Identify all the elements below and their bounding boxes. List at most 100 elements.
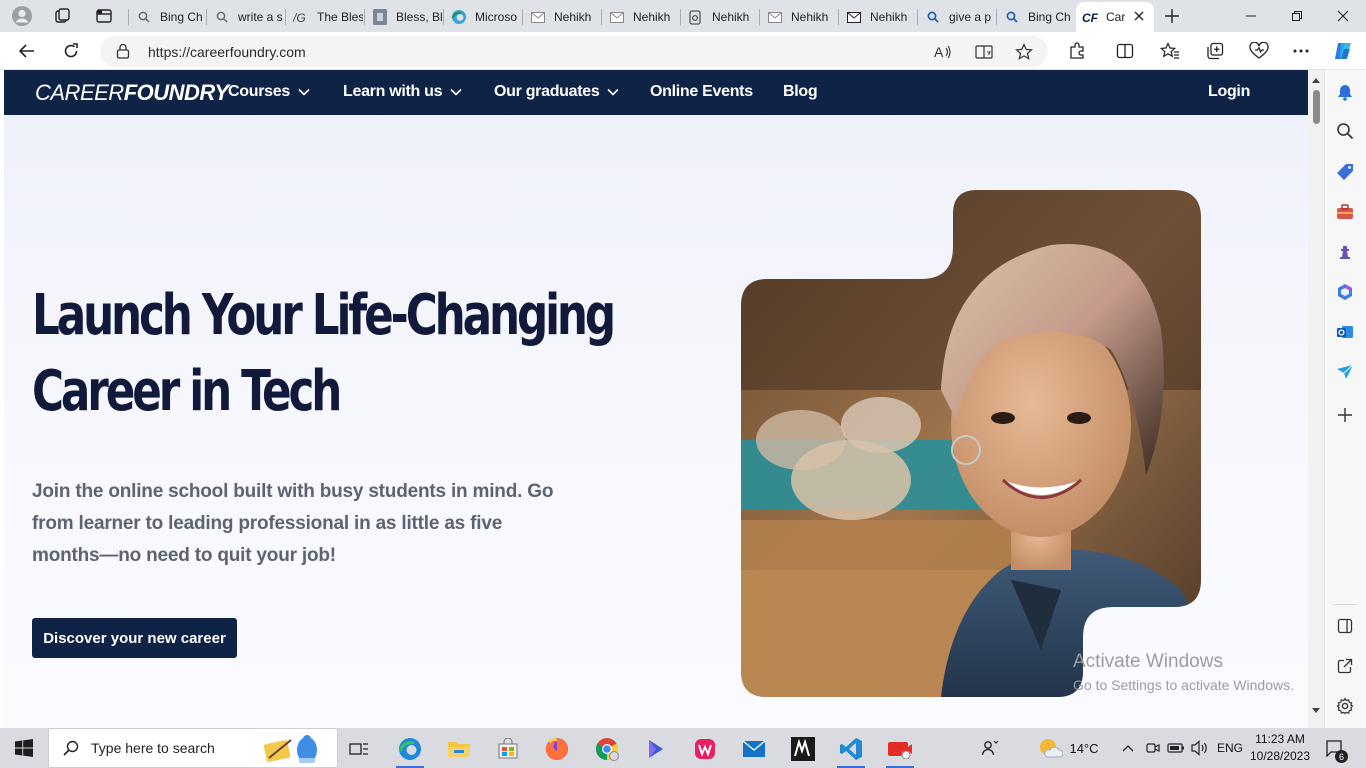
microsoft-365-icon[interactable] [1334, 281, 1356, 303]
browser-tab[interactable]: /G The Bles [287, 4, 363, 30]
nav-our-graduates[interactable]: Our graduates [494, 83, 620, 101]
windows-start-icon[interactable] [0, 728, 48, 768]
edge-icon [451, 9, 467, 25]
vscode-icon[interactable] [831, 732, 871, 768]
search-icon [214, 9, 230, 25]
nav-learn-with-us[interactable]: Learn with us [343, 83, 462, 101]
hide-sidebar-icon[interactable] [1334, 615, 1356, 637]
browser-essentials-icon[interactable] [1244, 37, 1274, 65]
volume-icon[interactable] [1190, 736, 1210, 760]
system-clock[interactable]: 11:23 AM 10/28/2023 [1245, 731, 1315, 765]
scroll-down-arrow-icon[interactable] [1311, 705, 1321, 715]
notifications-bell-icon[interactable] [1334, 81, 1356, 103]
chevron-down-icon [607, 88, 620, 96]
tab-actions-icon[interactable] [90, 3, 118, 29]
mail-icon [767, 9, 783, 25]
settings-more-icon[interactable] [1286, 37, 1316, 65]
browser-tab[interactable]: Nehikh [524, 4, 600, 30]
search-highlight-illustration-icon [257, 732, 327, 764]
favorites-icon[interactable] [1155, 37, 1185, 65]
search-icon[interactable] [1334, 120, 1356, 142]
show-hidden-icons-chevron-up-icon[interactable] [1118, 736, 1138, 760]
hero-subtitle: Join the online school built with busy s… [32, 481, 554, 566]
browser-tab[interactable]: Nehikh [840, 4, 916, 30]
weather-sun-cloud-icon [1037, 737, 1064, 759]
careerfoundry-page: CAREERFOUNDRY Courses Learn with us Our … [4, 70, 1308, 728]
close-window-icon[interactable] [1320, 0, 1366, 32]
nav-blog[interactable]: Blog [783, 83, 818, 101]
workspaces-icon[interactable] [48, 3, 76, 29]
tools-briefcase-icon[interactable] [1334, 201, 1356, 223]
taskbar-edge-icon[interactable] [390, 732, 430, 768]
collections-icon[interactable] [1200, 37, 1230, 65]
new-tab-icon[interactable] [1158, 3, 1186, 29]
meet-now-icon[interactable] [1143, 736, 1163, 760]
careerfoundry-logo[interactable]: CAREERFOUNDRY [35, 80, 229, 106]
split-screen-icon[interactable] [1110, 37, 1140, 65]
open-external-icon[interactable] [1334, 655, 1356, 677]
hero-student-photo [741, 190, 1201, 697]
people-icon[interactable] [978, 736, 1002, 760]
sidebar-settings-gear-icon[interactable] [1334, 695, 1356, 717]
outlook-icon[interactable] [1334, 321, 1356, 343]
mendeley-m-icon[interactable] [783, 732, 823, 766]
power-automate-icon[interactable] [636, 732, 676, 766]
page-scrollbar[interactable] [1308, 70, 1324, 728]
firefox-icon[interactable] [537, 732, 577, 766]
browser-tab[interactable]: write a s [208, 4, 284, 30]
browser-toolbar: https://careerfoundry.com A [0, 32, 1366, 70]
screen-recorder-icon[interactable] [880, 732, 920, 768]
refresh-icon[interactable] [56, 37, 86, 65]
address-bar[interactable]: https://careerfoundry.com A [100, 36, 1048, 67]
send-plane-icon[interactable] [1334, 361, 1356, 383]
svg-text:CF: CF [1082, 11, 1098, 23]
taskbar-search-box[interactable]: Type here to search [48, 728, 338, 768]
browser-tab[interactable]: give a p [919, 4, 995, 30]
copilot-icon[interactable] [1328, 37, 1358, 65]
mail-icon[interactable] [734, 732, 774, 766]
restore-icon[interactable] [1274, 0, 1320, 32]
search-icon [1004, 9, 1020, 25]
nav-online-events[interactable]: Online Events [650, 83, 753, 101]
extensions-icon[interactable] [1062, 37, 1092, 65]
task-view-icon[interactable] [339, 732, 379, 766]
browser-tab[interactable]: Nehikh [761, 4, 837, 30]
browser-tab[interactable]: Bing Ch [130, 4, 206, 30]
games-chess-icon[interactable] [1334, 241, 1356, 263]
input-language-indicator[interactable]: ENG [1214, 736, 1246, 760]
read-aloud-icon[interactable]: A [932, 41, 954, 63]
battery-icon[interactable] [1166, 736, 1186, 760]
nav-login[interactable]: Login [1208, 83, 1250, 101]
browser-tab-active[interactable]: CF Car [1076, 2, 1154, 32]
back-icon[interactable] [12, 37, 42, 65]
notification-count-badge: 6 [1335, 750, 1348, 763]
scrollbar-thumb[interactable] [1313, 90, 1320, 124]
search-icon [136, 9, 152, 25]
weather-widget[interactable]: 14°C [1033, 736, 1103, 760]
immersive-reader-icon[interactable] [973, 41, 995, 63]
action-center-notifications-icon[interactable]: 6 [1322, 736, 1348, 763]
chrome-icon[interactable] [587, 732, 627, 766]
favorite-star-icon[interactable] [1013, 41, 1035, 63]
nav-courses[interactable]: Courses [228, 83, 310, 101]
mail-icon [609, 9, 625, 25]
profile-avatar-icon[interactable] [8, 3, 36, 29]
browser-tab[interactable]: Nehikh [682, 4, 758, 30]
microsoft-store-icon[interactable] [488, 732, 528, 766]
shopping-tag-icon[interactable] [1334, 161, 1356, 183]
minimize-icon[interactable] [1228, 0, 1274, 32]
browser-tab[interactable]: Microso [445, 4, 521, 30]
careerfoundry-icon: CF [1082, 9, 1098, 25]
browser-tab[interactable]: Bless, Bl [366, 4, 442, 30]
scroll-up-arrow-icon[interactable] [1311, 75, 1321, 85]
svg-text:/G: /G [293, 11, 306, 23]
discover-career-button[interactable]: Discover your new career [32, 618, 237, 658]
wps-office-icon[interactable] [685, 732, 725, 766]
url-text[interactable]: https://careerfoundry.com [148, 44, 306, 60]
browser-tab[interactable]: Nehikh [603, 4, 679, 30]
add-sidebar-app-icon[interactable] [1334, 404, 1356, 426]
browser-tab[interactable]: Bing Ch [998, 4, 1074, 30]
lock-icon[interactable] [116, 43, 130, 64]
file-explorer-icon[interactable] [439, 732, 479, 766]
close-tab-icon[interactable] [1130, 7, 1148, 25]
